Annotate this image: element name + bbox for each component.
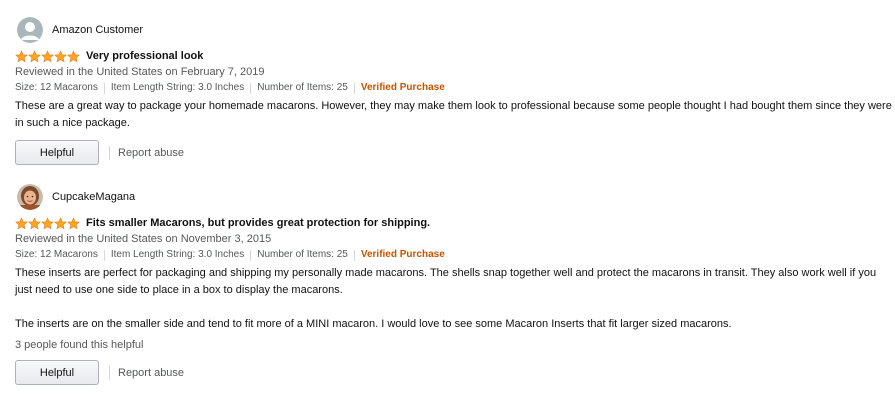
review-body: These are a great way to package your ho… bbox=[15, 98, 893, 132]
verified-purchase-badge: Verified Purchase bbox=[360, 249, 445, 260]
star-rating[interactable] bbox=[15, 49, 80, 63]
helpful-count: 3 people found this helpful bbox=[15, 339, 144, 351]
review-actions: Helpful Report abuse bbox=[15, 140, 893, 165]
helpful-button[interactable]: Helpful bbox=[15, 140, 99, 165]
review-actions: Helpful Report abuse bbox=[15, 360, 893, 385]
review-date: Reviewed in the United States on Novembe… bbox=[15, 233, 272, 245]
star-icon bbox=[54, 49, 67, 62]
review-paragraph: These are a great way to package your ho… bbox=[15, 100, 892, 129]
verified-purchase-badge: Verified Purchase bbox=[360, 82, 445, 93]
reviewer-profile[interactable]: CupcakeMagana bbox=[15, 183, 893, 211]
review-date: Reviewed in the United States on Februar… bbox=[15, 66, 265, 78]
star-icon bbox=[41, 49, 54, 62]
reviewer-name[interactable]: CupcakeMagana bbox=[52, 191, 135, 203]
helpful-button[interactable]: Helpful bbox=[15, 360, 99, 385]
review-body: These inserts are perfect for packaging … bbox=[15, 265, 893, 333]
review-title[interactable]: Very professional look bbox=[86, 50, 203, 62]
report-abuse-link[interactable]: Report abuse bbox=[118, 367, 184, 379]
divider bbox=[103, 82, 105, 94]
divider bbox=[250, 82, 252, 94]
review-card: CupcakeMagana Fits smaller Macarons, but… bbox=[15, 183, 893, 385]
review-title[interactable]: Fits smaller Macarons, but provides grea… bbox=[86, 217, 430, 229]
format-items[interactable]: Number of Items: 25 bbox=[257, 248, 348, 262]
default-avatar-icon bbox=[17, 17, 43, 43]
reviewer-profile[interactable]: Amazon Customer bbox=[15, 16, 893, 44]
divider bbox=[109, 145, 110, 160]
star-rating[interactable] bbox=[15, 216, 80, 230]
star-icon bbox=[41, 216, 54, 229]
format-length[interactable]: Item Length String: 3.0 Inches bbox=[111, 81, 244, 95]
reviewer-name[interactable]: Amazon Customer bbox=[52, 24, 143, 36]
star-icon bbox=[15, 216, 28, 229]
format-items[interactable]: Number of Items: 25 bbox=[257, 81, 348, 95]
divider bbox=[353, 249, 355, 261]
star-icon bbox=[54, 216, 67, 229]
format-strip: Size: 12 Macarons Item Length String: 3.… bbox=[15, 81, 893, 95]
review-card: Amazon Customer Very professional look R… bbox=[15, 16, 893, 165]
divider bbox=[103, 249, 105, 261]
format-strip: Size: 12 Macarons Item Length String: 3.… bbox=[15, 248, 893, 262]
star-icon bbox=[67, 49, 80, 62]
user-photo-avatar bbox=[17, 184, 43, 210]
report-abuse-link[interactable]: Report abuse bbox=[118, 147, 184, 159]
review-paragraph: These inserts are perfect for packaging … bbox=[15, 267, 877, 296]
format-size[interactable]: Size: 12 Macarons bbox=[15, 248, 98, 262]
star-icon bbox=[15, 49, 28, 62]
star-icon bbox=[67, 216, 80, 229]
format-size[interactable]: Size: 12 Macarons bbox=[15, 81, 98, 95]
divider bbox=[109, 365, 110, 380]
divider bbox=[250, 249, 252, 261]
star-icon bbox=[28, 216, 41, 229]
divider bbox=[353, 82, 355, 94]
star-icon bbox=[28, 49, 41, 62]
review-paragraph: The inserts are on the smaller side and … bbox=[15, 318, 732, 330]
format-length[interactable]: Item Length String: 3.0 Inches bbox=[111, 248, 244, 262]
